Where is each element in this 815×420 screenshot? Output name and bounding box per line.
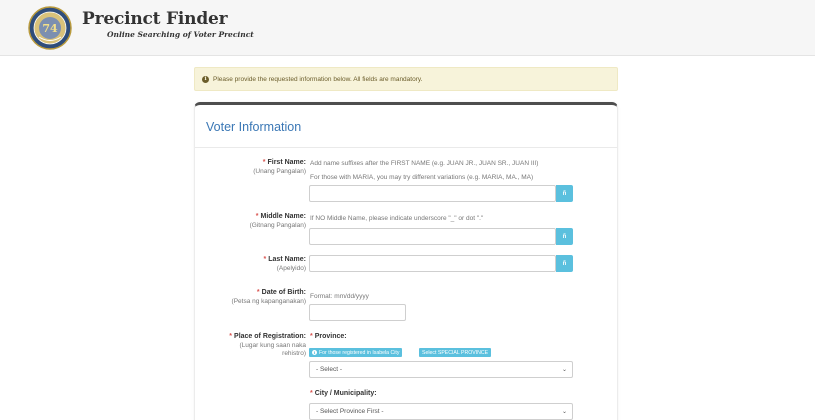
- last-name-label: * Last Name:: [263, 256, 306, 263]
- city-select[interactable]: - Select Province First - ⌄: [309, 403, 573, 420]
- middle-name-label-group: * Middle Name: (Gitnang Pangalan): [186, 213, 306, 230]
- registration-label: * Place of Registration:: [229, 333, 306, 340]
- first-name-translation: (Unang Pangalan): [253, 168, 306, 175]
- province-select-value: - Select -: [316, 366, 343, 373]
- middle-name-translation: (Gitnang Pangalan): [249, 222, 306, 229]
- chevron-down-icon: ⌄: [561, 367, 567, 373]
- first-name-label: * First Name:: [262, 159, 306, 166]
- registration-translation: (Lugar kung saan naka rehistro): [239, 342, 307, 358]
- dob-label: * Date of Birth:: [256, 289, 306, 296]
- province-label: * Province:: [310, 333, 347, 340]
- alert-message: Please provide the requested information…: [213, 75, 423, 83]
- middle-name-input[interactable]: [309, 228, 556, 245]
- first-name-label-group: * First Name: (Unang Pangalan): [186, 159, 306, 176]
- enye-button-last-name[interactable]: ñ: [556, 255, 573, 272]
- province-badges: i For those registered in Isabela City S…: [309, 348, 609, 357]
- comelec-seal-icon: 74: [28, 6, 72, 50]
- chevron-down-icon: ⌄: [561, 409, 567, 415]
- province-select[interactable]: - Select - ⌄: [309, 361, 573, 378]
- dob-format-hint: Format: mm/dd/yyyy: [310, 293, 369, 300]
- dob-label-group: * Date of Birth: (Petsa ng kapanganakan): [186, 289, 306, 306]
- enye-button-first-name[interactable]: ñ: [556, 185, 573, 202]
- last-name-label-group: * Last Name: (Apelyido): [186, 256, 306, 273]
- panel-title: Voter Information: [206, 120, 302, 134]
- middle-name-label: * Middle Name:: [255, 213, 306, 220]
- svg-text:74: 74: [42, 22, 58, 35]
- info-alert: i Please provide the requested informati…: [194, 67, 618, 91]
- last-name-input[interactable]: [309, 255, 556, 272]
- site-header: 74 Precinct Finder Online Searching of V…: [0, 0, 815, 56]
- info-circle-icon: i: [202, 75, 209, 83]
- info-circle-icon: i: [312, 350, 317, 355]
- dob-translation: (Petsa ng kapanganakan): [231, 298, 306, 305]
- isabela-city-badge[interactable]: i For those registered in Isabela City: [309, 348, 403, 357]
- middle-name-hint: If NO Middle Name, please indicate under…: [310, 215, 484, 222]
- site-subtitle: Online Searching of Voter Precinct: [107, 30, 254, 39]
- enye-button-middle-name[interactable]: ñ: [556, 228, 573, 245]
- first-name-input[interactable]: [309, 185, 556, 202]
- last-name-translation: (Apelyido): [276, 265, 306, 272]
- special-province-button[interactable]: Select SPECIAL PROVINCE: [419, 348, 492, 357]
- site-title: Precinct Finder: [82, 9, 228, 29]
- registration-label-group: * Place of Registration: (Lugar kung saan…: [186, 333, 306, 358]
- city-label: * City / Municipality:: [310, 390, 377, 397]
- city-select-value: - Select Province First -: [316, 408, 384, 415]
- voter-info-panel: Voter Information * First Name: (Unang Pa…: [194, 102, 618, 420]
- panel-divider: [195, 147, 617, 148]
- dob-input[interactable]: [309, 304, 406, 321]
- first-name-hint-suffix: Add name suffixes after the FIRST NAME (…: [310, 160, 539, 167]
- first-name-hint-maria: For those with MARIA, you may try differ…: [310, 174, 534, 181]
